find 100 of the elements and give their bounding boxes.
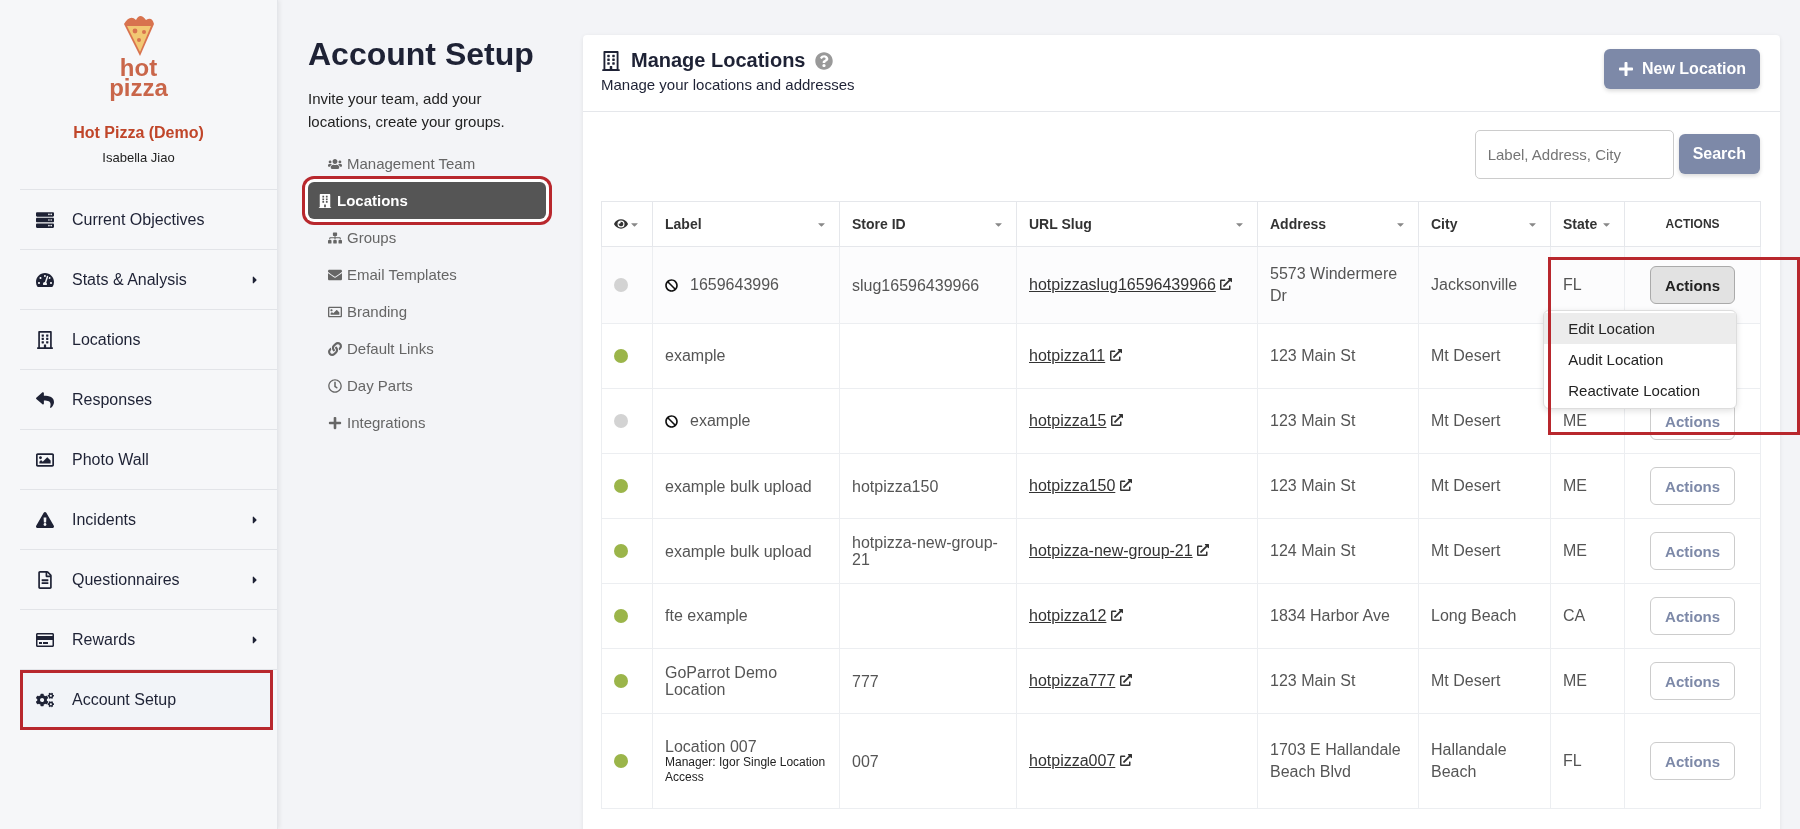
address: 123 Main St xyxy=(1270,347,1356,364)
city: Hallandale Beach xyxy=(1431,741,1507,780)
external-link-icon[interactable] xyxy=(1119,479,1132,491)
nav-icon xyxy=(36,630,54,649)
settings-menu-item[interactable]: Integrations xyxy=(308,404,556,441)
address: 123 Main St xyxy=(1270,412,1356,429)
location-label: example bulk upload xyxy=(665,542,812,560)
location-label: example xyxy=(665,346,726,366)
column-header[interactable]: Address xyxy=(1270,216,1327,232)
page-description: Invite your team, add your locations, create your groups. xyxy=(308,89,506,132)
state: ME xyxy=(1563,542,1587,559)
address: 123 Main St xyxy=(1270,477,1356,494)
url-slug-link[interactable]: hotpizza150 xyxy=(1029,477,1116,494)
sidebar-item[interactable]: Current Objectives xyxy=(20,190,277,250)
sidebar-item[interactable]: Stats & Analysis xyxy=(20,250,277,310)
store-id: 007 xyxy=(852,752,880,770)
city: Mt Desert xyxy=(1431,347,1501,364)
sidebar-item[interactable]: Responses xyxy=(20,370,277,430)
store-id: hotpizza150 xyxy=(852,477,940,495)
menu-item[interactable]: Audit Location xyxy=(1544,344,1737,375)
nav-icon xyxy=(36,570,54,589)
url-slug-link[interactable]: hotpizza12 xyxy=(1029,607,1107,624)
external-link-icon[interactable] xyxy=(1110,414,1123,426)
manager-note: Manager: Igor Single Location Access xyxy=(665,754,827,785)
location-label: fte example xyxy=(665,606,748,626)
city: Mt Desert xyxy=(1431,477,1501,494)
settings-menu-item[interactable]: Groups xyxy=(308,219,556,256)
address: 124 Main St xyxy=(1270,542,1356,559)
city: Jacksonville xyxy=(1431,276,1518,293)
sidebar-item[interactable]: Locations xyxy=(20,310,277,370)
card-subtitle: Manage your locations and addresses xyxy=(601,76,855,93)
url-slug-link[interactable]: hotpizza007 xyxy=(1029,752,1116,769)
url-slug-link[interactable]: hotpizza11 xyxy=(1029,347,1106,364)
store-id: slug16596439966 xyxy=(852,276,981,294)
store-id: hotpizza-new-group-21 xyxy=(852,534,999,568)
city: Mt Desert xyxy=(1431,412,1501,429)
location-label: 1659643996 xyxy=(690,275,779,295)
organization-name: Hot Pizza (Demo) xyxy=(73,124,204,142)
external-link-icon[interactable] xyxy=(1119,674,1132,686)
nav-icon xyxy=(36,270,54,289)
nav-icon xyxy=(36,210,54,229)
location-label: example xyxy=(690,411,751,431)
actions-button[interactable]: Actions xyxy=(1650,266,1736,304)
external-link-icon[interactable] xyxy=(1220,278,1233,290)
location-label: GoParrot Demo Location xyxy=(665,664,779,698)
state: ME xyxy=(1563,477,1587,494)
column-header[interactable]: URL Slug xyxy=(1029,216,1092,232)
column-header[interactable]: Label xyxy=(665,216,702,232)
url-slug-link[interactable]: hotpizza777 xyxy=(1029,672,1116,689)
city: Mt Desert xyxy=(1431,542,1501,559)
city: Long Beach xyxy=(1431,607,1517,624)
address: 123 Main St xyxy=(1270,672,1356,689)
address: 5573 Windermere Dr xyxy=(1270,265,1398,304)
disabled-icon xyxy=(665,278,678,292)
column-header[interactable]: City xyxy=(1431,216,1458,232)
settings-menu-item[interactable]: Branding xyxy=(308,293,556,330)
settings-menu-item[interactable]: Day Parts xyxy=(308,367,556,404)
store-id: 777 xyxy=(852,672,880,690)
location-label: example bulk upload xyxy=(665,477,812,495)
visibility-icon[interactable] xyxy=(614,217,628,231)
plus-icon xyxy=(1618,61,1634,77)
logo-text: hot xyxy=(119,58,158,78)
column-header[interactable]: Store ID xyxy=(852,216,906,232)
address: 1834 Harbor Ave xyxy=(1270,607,1390,624)
external-link-icon[interactable] xyxy=(1119,754,1132,766)
state: CA xyxy=(1563,607,1586,624)
help-icon[interactable] xyxy=(815,51,834,70)
sidebar-item[interactable]: Questionnaires xyxy=(20,550,277,610)
state: FL xyxy=(1563,276,1582,293)
menu-item[interactable]: Edit Location xyxy=(1544,313,1737,344)
location-label: Location 007 xyxy=(665,737,758,755)
settings-menu-item[interactable]: Management Team xyxy=(308,145,556,182)
nav-icon xyxy=(36,690,54,709)
address: 1703 E Hallandale Beach Blvd xyxy=(1270,741,1401,780)
nav-icon xyxy=(36,330,54,349)
url-slug-link[interactable]: hotpizza15 xyxy=(1029,412,1107,429)
user-name: Isabella Jiao xyxy=(102,150,175,165)
external-link-icon[interactable] xyxy=(1109,349,1122,361)
url-slug-link[interactable]: hotpizzaslug16596439966 xyxy=(1029,276,1216,293)
sidebar-item[interactable]: Incidents xyxy=(20,490,277,550)
settings-menu-item[interactable]: Email Templates xyxy=(308,256,556,293)
disabled-icon xyxy=(665,414,678,428)
column-header: ACTIONS xyxy=(1665,217,1720,231)
sidebar-item[interactable]: Photo Wall xyxy=(20,430,277,490)
state: ME xyxy=(1563,412,1587,429)
search-field[interactable]: Label, Address, City xyxy=(1474,130,1674,179)
sidebar-item[interactable]: Account Setup xyxy=(20,670,273,730)
state: ME xyxy=(1563,672,1587,689)
card-title: Manage Locations xyxy=(631,49,806,72)
settings-menu-item[interactable]: Default Links xyxy=(308,330,556,367)
city: Mt Desert xyxy=(1431,672,1501,689)
external-link-icon[interactable] xyxy=(1110,609,1123,621)
external-link-icon[interactable] xyxy=(1197,544,1210,556)
nav-icon xyxy=(36,390,54,409)
nav-icon xyxy=(36,510,54,529)
nav-icon xyxy=(36,450,54,469)
building-icon xyxy=(601,50,621,71)
state: FL xyxy=(1563,752,1582,769)
url-slug-link[interactable]: hotpizza-new-group-21 xyxy=(1029,542,1193,559)
column-header[interactable]: State xyxy=(1563,216,1598,232)
